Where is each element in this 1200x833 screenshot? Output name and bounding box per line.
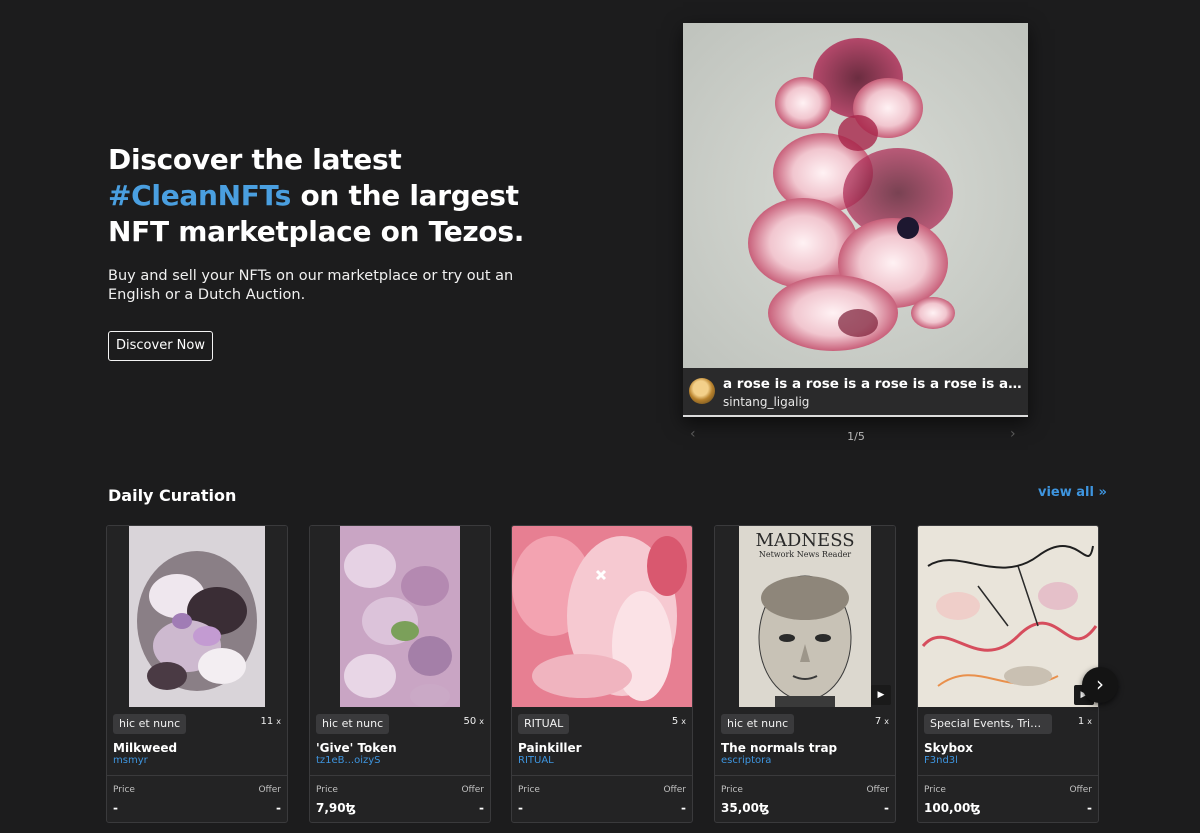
nft-card[interactable]: ▶ Special Events, Tribute 1x Skybox F3nd… (917, 525, 1099, 823)
offer-value: - (884, 801, 889, 815)
nft-card-platform-tag[interactable]: Special Events, Tribute (924, 714, 1052, 734)
price-label: Price (113, 785, 135, 795)
hero-subtitle: Buy and sell your NFTs on our marketplac… (108, 268, 514, 303)
madness-header: MADNESS (755, 530, 854, 551)
price-label: Price (518, 785, 540, 795)
artist-avatar[interactable] (689, 378, 715, 404)
chevron-left-icon[interactable]: ‹ (690, 426, 696, 442)
offer-value: - (1087, 801, 1092, 815)
nft-card-artist[interactable]: RITUAL (518, 755, 554, 766)
price-label: Price (316, 785, 338, 795)
nft-card-platform-tag[interactable]: hic et nunc (316, 714, 390, 734)
featured-artwork-meta: a rose is a rose is a rose is a rose is … (683, 372, 1028, 415)
nft-card-image[interactable]: MADNESS Network News Reader ▶ (715, 526, 895, 707)
price-value: 100,00ꜩ (924, 801, 981, 815)
nft-card[interactable]: MADNESS Network News Reader ▶ hic et nun… (714, 525, 896, 823)
hero-title-hashtag[interactable]: #CleanNFTs (108, 179, 291, 212)
featured-artwork-title[interactable]: a rose is a rose is a rose is a rose is … (723, 376, 1023, 392)
nft-card-editions: 50 x (463, 716, 484, 727)
nft-card-platform-tag[interactable]: hic et nunc (721, 714, 795, 734)
nft-card-title[interactable]: The normals trap (721, 741, 837, 755)
carousel-counter: 1/5 (847, 430, 865, 443)
price-value: - (518, 801, 523, 815)
hero-title: Discover the latest #CleanNFTs on the la… (108, 143, 525, 248)
nft-card-image[interactable]: ▶ (918, 526, 1098, 707)
offer-label: Offer (258, 785, 281, 795)
divider (310, 775, 490, 776)
price-label: Price (721, 785, 743, 795)
divider (107, 775, 287, 776)
nft-card-image[interactable] (107, 526, 287, 707)
nft-card-image[interactable] (512, 526, 692, 707)
nft-card-title[interactable]: 'Give' Token (316, 741, 397, 755)
offer-label: Offer (663, 785, 686, 795)
offer-value: - (479, 801, 484, 815)
chevron-right-icon[interactable]: › (1010, 426, 1016, 442)
nft-card-artist[interactable]: msmyr (113, 755, 148, 766)
view-all-link[interactable]: view all » (1038, 485, 1107, 500)
divider (715, 775, 895, 776)
discover-now-button[interactable]: Discover Now (108, 331, 213, 361)
nft-card-title[interactable]: Skybox (924, 741, 973, 755)
nft-card-editions: 1x (1077, 716, 1092, 727)
nft-card[interactable]: hic et nunc 50 x 'Give' Token tz1eB...oiz… (309, 525, 491, 823)
nft-card-image[interactable] (310, 526, 490, 707)
offer-value: - (681, 801, 686, 815)
price-label: Price (924, 785, 946, 795)
nft-card-editions: 7x (874, 716, 889, 727)
nft-card-artist[interactable]: F3nd3l (924, 755, 958, 766)
price-value: - (113, 801, 118, 815)
nft-card-platform-tag[interactable]: RITUAL (518, 714, 570, 734)
hero-section: Discover the latest #CleanNFTs on the la… (108, 142, 588, 305)
network-news-reader: Network News Reader (759, 550, 851, 559)
divider (918, 775, 1098, 776)
nft-card-artist[interactable]: tz1eB...oizyS (316, 755, 381, 766)
nft-card-title[interactable]: Milkweed (113, 741, 177, 755)
carousel-next-button[interactable]: › (1082, 667, 1118, 703)
play-icon[interactable]: ▶ (871, 685, 891, 705)
nft-card-editions: 11 x (260, 716, 281, 727)
nft-card-title[interactable]: Painkiller (518, 741, 582, 755)
featured-artwork-artist[interactable]: sintang_ligalig (723, 395, 809, 409)
nft-card-platform-tag[interactable]: hic et nunc (113, 714, 187, 734)
offer-label: Offer (1069, 785, 1092, 795)
nft-card-editions: 5x (671, 716, 686, 727)
offer-label: Offer (866, 785, 889, 795)
price-value: 7,90ꜩ (316, 801, 356, 815)
nft-card-artist[interactable]: escriptora (721, 755, 771, 766)
nft-card[interactable]: hic et nunc 11 x Milkweed msmyr Price Off… (106, 525, 288, 823)
divider (512, 775, 692, 776)
price-value: 35,00ꜩ (721, 801, 770, 815)
nft-card[interactable]: RITUAL 5x Painkiller RITUAL Price Offer … (511, 525, 693, 823)
marketplace-page: Discover the latest #CleanNFTs on the la… (0, 0, 1200, 833)
featured-artwork-card[interactable]: a rose is a rose is a rose is a rose is … (683, 23, 1028, 417)
offer-label: Offer (461, 785, 484, 795)
daily-curation-title: Daily Curation (108, 486, 237, 505)
offer-value: - (276, 801, 281, 815)
featured-artwork-image[interactable] (683, 23, 1028, 368)
